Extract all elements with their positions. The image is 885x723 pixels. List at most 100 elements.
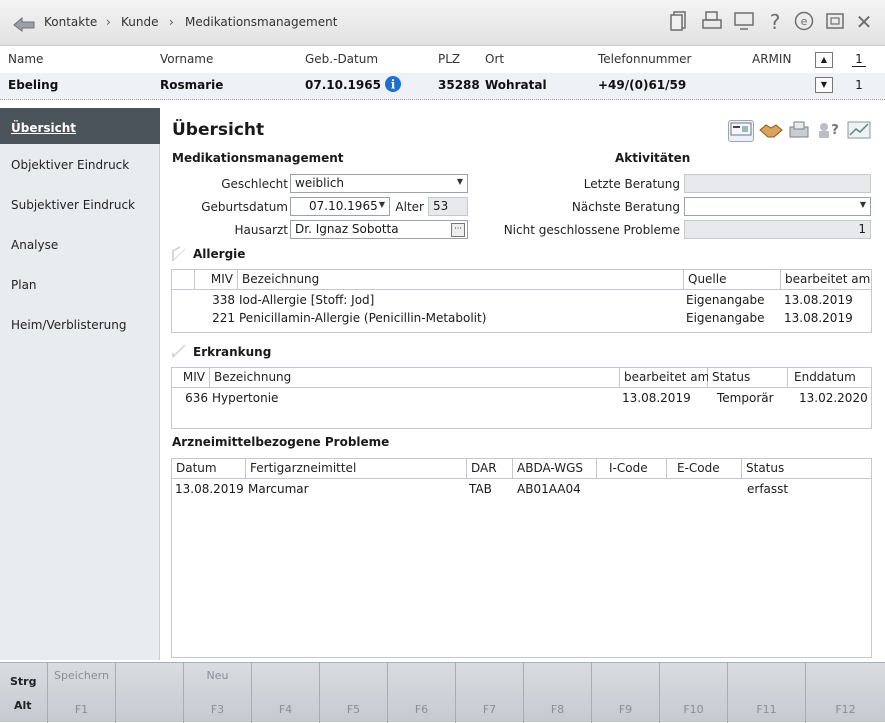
sidebar-item-plan[interactable]: Plan [0, 265, 160, 301]
hausarzt-value: Dr. Ignaz Sobotta [295, 222, 399, 236]
column-header-dar[interactable]: DAR [467, 459, 513, 479]
geburtsdatum-field[interactable]: 07.10.1965 ▼ [290, 197, 390, 216]
column-header-bearbeitet-am[interactable]: bearbeitet am [781, 270, 871, 290]
geschlecht-select[interactable]: weiblich ▼ [290, 174, 468, 193]
hausarzt-label: Hausarzt [234, 223, 288, 237]
column-header-quelle[interactable]: Quelle [684, 270, 781, 290]
column-header-miv[interactable]: MIV [172, 368, 210, 388]
document-icon[interactable] [668, 10, 692, 34]
counter-up-button[interactable]: ▲ [815, 52, 833, 68]
fkey-f7[interactable]: F7 [456, 663, 524, 723]
print-icon[interactable] [700, 10, 724, 34]
geb-datum-label: Geb.-Datum [305, 52, 379, 66]
column-header-enddatum[interactable]: Enddatum [788, 368, 871, 388]
breadcrumb-kontakte[interactable]: Kontakte [44, 15, 97, 29]
column-spacer [172, 270, 195, 290]
fkey-number: F3 [210, 703, 225, 716]
card-icon[interactable] [728, 120, 754, 142]
user-label: ARMIN [752, 52, 792, 66]
help-icon[interactable]: ? [763, 10, 787, 34]
handshake-icon[interactable] [758, 120, 784, 142]
fkey-label: Speichern [54, 669, 109, 682]
telefon-label: Telefonnummer [598, 52, 692, 66]
alt-label: Alt [14, 699, 32, 712]
fkey-f11[interactable]: F11 [728, 663, 806, 723]
cell-bezeichnung: Hypertonie [212, 391, 279, 405]
fkey-label: Neu [206, 669, 229, 682]
fkey-f10[interactable]: F10 [660, 663, 728, 723]
patient-telefon: +49/(0)61/59 [598, 78, 687, 92]
column-header-miv[interactable]: MIV [195, 270, 238, 290]
title-bar: Kontakte › Kunde › Medikationsmanagement… [0, 0, 885, 46]
window-icon[interactable] [823, 10, 847, 34]
fkey-f12[interactable]: F12 [806, 663, 885, 723]
nicht-geschlossene-probleme-field: 1 [684, 220, 871, 239]
fkey-f5[interactable]: F5 [320, 663, 388, 723]
fkey-number: F12 [835, 703, 856, 716]
cell-datum: 13.08.2019 [175, 482, 244, 496]
fkey-number: F8 [550, 703, 565, 716]
fkey-f3-neu[interactable]: Neu F3 [184, 663, 252, 723]
column-header-i-code[interactable]: I-Code [597, 459, 667, 479]
fkey-f6[interactable]: F6 [388, 663, 456, 723]
sidebar-item-subjektiver-eindruck[interactable]: Subjektiver Eindruck [0, 185, 160, 221]
sidebar-item-objektiver-eindruck[interactable]: Objektiver Eindruck [0, 145, 160, 181]
fkey-f8[interactable]: F8 [524, 663, 592, 723]
fkey-number: F1 [74, 703, 89, 716]
allergie-icon [170, 245, 188, 266]
fkey-f1-speichern[interactable]: Speichern F1 [48, 663, 116, 723]
breadcrumb-separator: › [106, 15, 111, 29]
counter-down-button[interactable]: ▼ [815, 77, 833, 93]
sidebar-item-uebersicht[interactable]: Übersicht [0, 108, 160, 144]
sidebar: Übersicht Objektiver Eindruck Subjektive… [0, 108, 160, 660]
cell-bezeichnung: Iod-Allergie [Stoff: Jod] [239, 293, 375, 307]
name-label: Name [8, 52, 44, 66]
naechste-beratung-select[interactable]: ▼ [684, 197, 871, 216]
sidebar-item-analyse[interactable]: Analyse [0, 225, 160, 261]
column-header-bezeichnung[interactable]: Bezeichnung [238, 270, 684, 290]
svg-text:i: i [391, 78, 396, 92]
fax-icon[interactable] [786, 120, 812, 142]
geschlecht-value: weiblich [295, 176, 345, 190]
chart-icon[interactable] [846, 120, 872, 142]
column-header-status[interactable]: Status [742, 459, 871, 479]
hausarzt-field[interactable]: Dr. Ignaz Sobotta [290, 220, 468, 239]
letzte-beratung-field [684, 174, 871, 193]
column-header-bezeichnung[interactable]: Bezeichnung [210, 368, 620, 388]
chevron-down-icon: ▼ [456, 177, 463, 186]
users-help-icon[interactable]: ? [816, 120, 842, 142]
column-header-fertigarzneimittel[interactable]: Fertigarzneimittel [246, 459, 467, 479]
info-icon[interactable]: i [384, 75, 402, 96]
close-icon[interactable]: ✕ [852, 10, 876, 34]
svg-text:e: e [801, 15, 808, 28]
cell-fertigarzneimittel: Marcumar [248, 482, 309, 496]
sidebar-item-label: Analyse [11, 238, 59, 252]
fkey-number: F10 [683, 703, 704, 716]
cell-enddatum: 13.02.2020 [799, 391, 868, 405]
hausarzt-browse-button[interactable]: ··· [451, 223, 465, 237]
cell-quelle: Eigenangabe [686, 311, 765, 325]
fkey-f4[interactable]: F4 [252, 663, 320, 723]
fkey-f9[interactable]: F9 [592, 663, 660, 723]
back-arrow-icon[interactable] [12, 12, 38, 32]
function-key-bar: Strg Alt Speichern F1 Neu F3 F4 F5 F6 F7 F… [0, 662, 885, 723]
fkey-number: F7 [482, 703, 497, 716]
erkrankung-title: Erkrankung [193, 345, 272, 359]
sidebar-item-heim-verblisterung[interactable]: Heim/Verblisterung [0, 305, 160, 341]
alter-label: Alter [395, 200, 424, 214]
fkey-number: F5 [346, 703, 361, 716]
breadcrumb-kunde[interactable]: Kunde [121, 15, 158, 29]
ort-label: Ort [485, 52, 505, 66]
column-header-datum[interactable]: Datum [172, 459, 246, 479]
fkey-f2[interactable] [116, 663, 184, 723]
column-header-status[interactable]: Status [708, 368, 788, 388]
monitor-icon[interactable] [732, 10, 756, 34]
column-header-abda-wgs[interactable]: ABDA-WGS [513, 459, 597, 479]
column-header-e-code[interactable]: E-Code [667, 459, 742, 479]
e-icon[interactable]: e [792, 10, 816, 34]
section-aktivitaeten: Aktivitäten [615, 151, 691, 165]
column-header-bearbeitet-am[interactable]: bearbeitet am [620, 368, 709, 388]
erkrankung-icon [170, 341, 188, 362]
sidebar-item-label: Übersicht [11, 121, 77, 135]
cell-bearbeitet-am: 13.08.2019 [784, 293, 853, 307]
